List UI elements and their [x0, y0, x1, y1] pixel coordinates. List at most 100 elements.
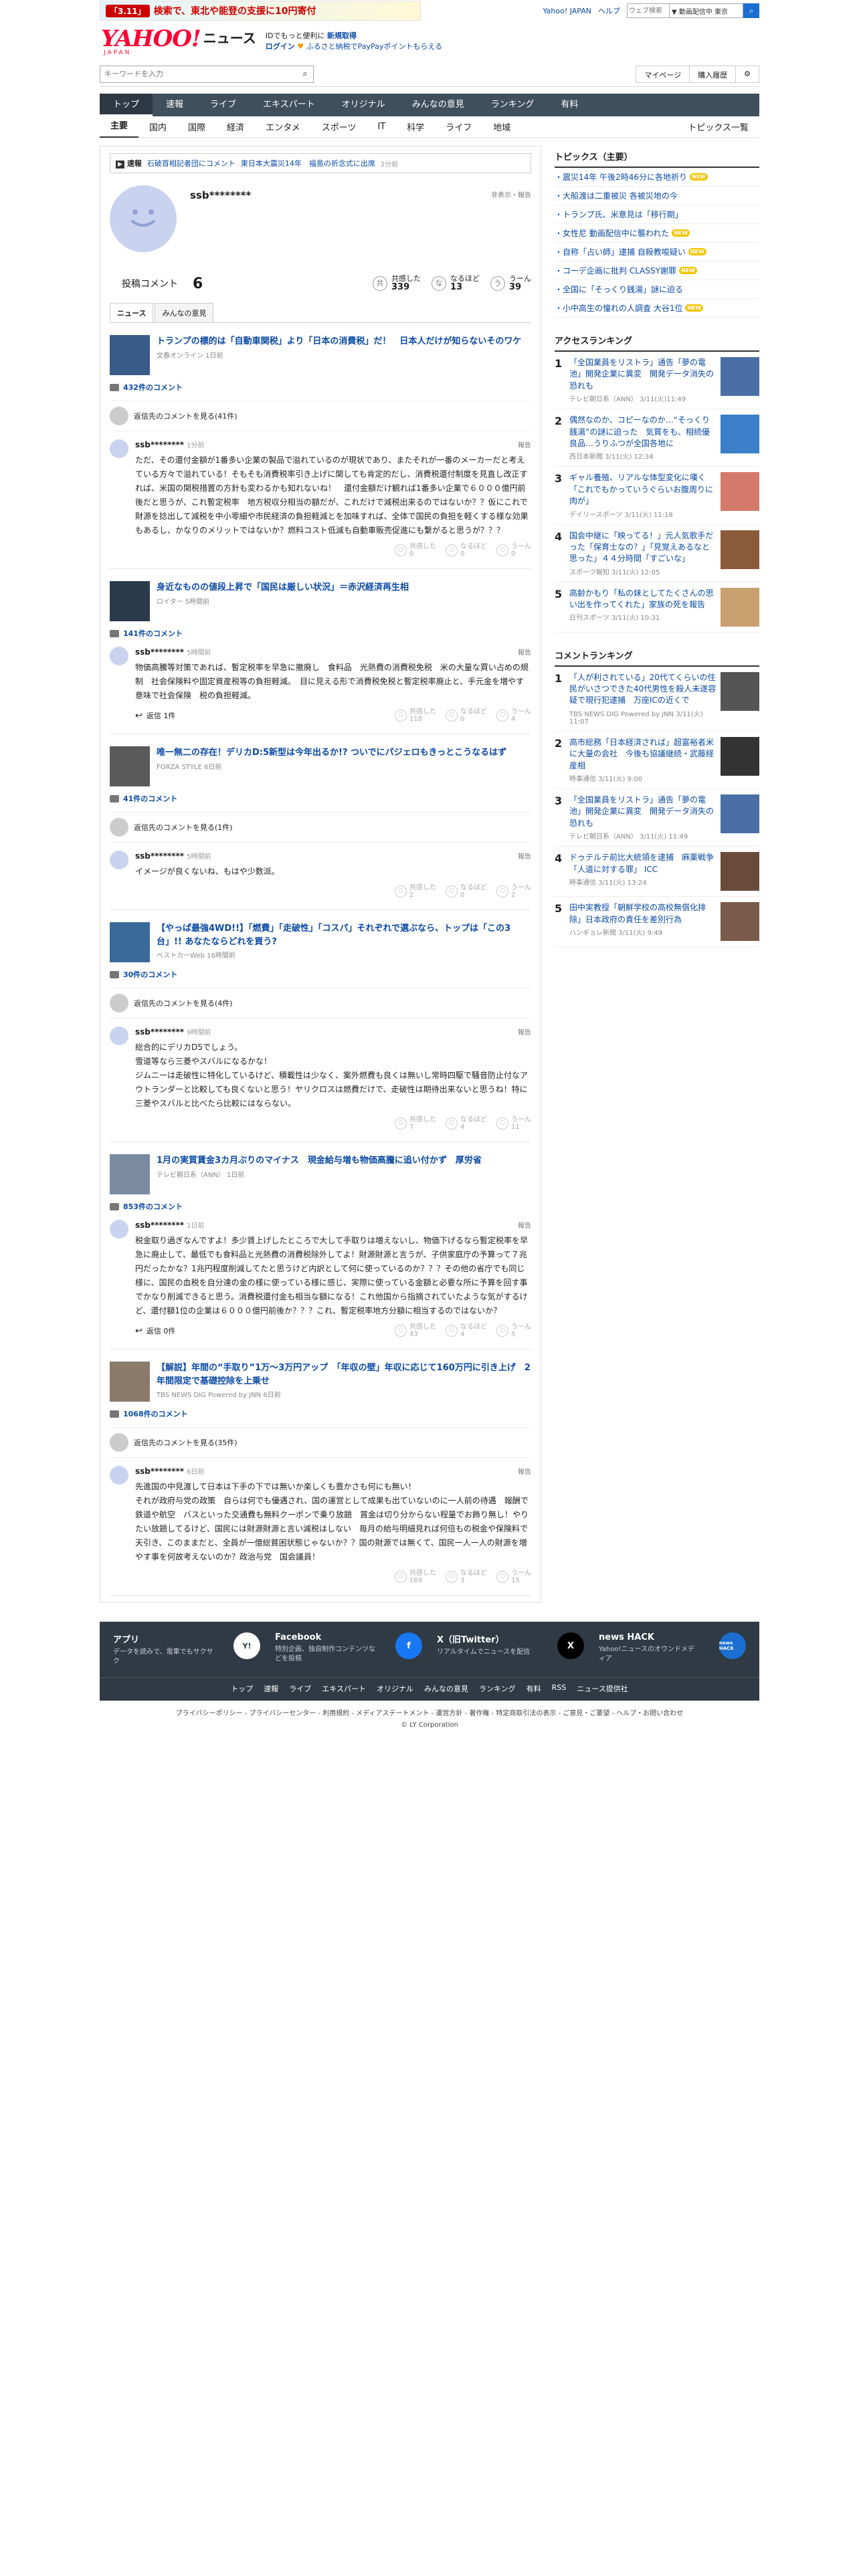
footer-nav-item[interactable]: ライブ [289, 1683, 311, 1694]
rank-title[interactable]: 高市総務「日本経済されば」超富裕者米に大量の会社 今後も協議継続・武藤経産相 [569, 737, 717, 772]
ranking-item[interactable]: 3 ギャル養殖、リアルな体型変化に嘆く「これでもかっていうぐらいお腹周りに肉が」デ… [555, 467, 759, 525]
empathy-reaction-button[interactable]: ○ 共感した 0 [395, 543, 436, 558]
login-link[interactable]: ログイン [266, 42, 295, 51]
rank-thumbnail[interactable] [721, 852, 759, 891]
empathy-reaction-button[interactable]: ○ 共感した 118 [395, 708, 436, 723]
report-link[interactable]: 報告 [518, 1027, 531, 1037]
topic-text[interactable]: コーデ企画に批判 CLASSY謝罪 [563, 265, 676, 276]
insight-reaction-button[interactable]: ○ なるほど 0 [446, 543, 487, 558]
report-link[interactable]: 報告 [518, 647, 531, 657]
nav-opinions[interactable]: みんなの意見 [399, 94, 478, 116]
empathy-reaction-button[interactable]: ○ 共感した 7 [395, 1116, 436, 1131]
subnav-life[interactable]: ライフ [435, 120, 482, 133]
topic-item[interactable]: 全国に「そっくり銭湯」謎に迫る [555, 280, 759, 299]
breaking-news-bar[interactable]: 速報 石破首相記者団にコメント 東日本大震災14年 福島の祈念式に出席 2分前 [110, 153, 531, 173]
ranking-item[interactable]: 5 高齢かもり「私の妹としてたくさんの思い出を作ってくれた」家族の死を報告 日刊スポ… [555, 582, 759, 633]
nav-breaking[interactable]: 速報 [153, 94, 197, 116]
nav-paid[interactable]: 有料 [547, 94, 591, 116]
reply-button[interactable]: 返信 1件 [135, 710, 176, 721]
rank-thumbnail[interactable] [721, 357, 759, 396]
web-search-input[interactable] [627, 3, 670, 18]
footer-nav-item[interactable]: オリジナル [377, 1683, 413, 1694]
article-title[interactable]: 1月の実質賃金3カ月ぶりのマイナス 現金給与増も物価高騰に追い付かず 厚労省 [157, 1154, 482, 1168]
footer-card[interactable]: アプリ データを読みで、電車でもサクサク Y! [113, 1632, 260, 1667]
footer-nav-item[interactable]: エキスパート [322, 1683, 366, 1694]
hmm-reaction-button[interactable]: ○ うーん 4 [496, 708, 531, 723]
topic-text[interactable]: 女性尼 動画配信中に襲われた [563, 227, 669, 239]
rank-title[interactable]: ドゥテルテ前比大統領を逮捕 麻薬戦争「人道に対する罪」 ICC [569, 852, 717, 875]
topic-item[interactable]: 大船渡は二重被災 各被災地の今 [555, 187, 759, 205]
comment-count-link[interactable]: 432件のコメント [110, 382, 531, 393]
ranking-item[interactable]: 3 「全国業員をリストラ」通告「夢の電池」開発企業に異変 開発データ消失の恐れもテ… [555, 789, 759, 847]
comment-count-link[interactable]: 141件のコメント [110, 628, 531, 639]
search-icon[interactable]: ⌕ [297, 69, 313, 79]
rank-title[interactable]: 田中実教授「朝鮮学校の高校無償化排除」日本政府の責任を差別行為 [569, 902, 717, 926]
footer-nav-item[interactable]: 有料 [527, 1683, 541, 1694]
subnav-main[interactable]: 主要 [100, 116, 139, 138]
subnav-economy[interactable]: 経済 [216, 120, 255, 133]
footer-nav-item[interactable]: 速報 [264, 1683, 278, 1694]
tab-opinions[interactable]: みんなの意見 [155, 303, 214, 323]
charity-banner[interactable]: 「3.11」 検索で、東北や能登の支援に10円寄付 [100, 1, 421, 21]
rank-thumbnail[interactable] [721, 902, 759, 942]
gear-icon[interactable]: ⚙ [736, 66, 759, 82]
report-link[interactable]: 報告 [518, 1466, 531, 1476]
article-thumbnail[interactable] [110, 1362, 150, 1402]
article-title[interactable]: 唯一無二の存在！デリカD:5新型は今年出るか!? ついでにパジェロもきっとこうな… [157, 746, 506, 760]
nav-original[interactable]: オリジナル [328, 94, 399, 116]
subnav-domestic[interactable]: 国内 [138, 120, 177, 133]
comment-count-link[interactable]: 30件のコメント [110, 969, 531, 980]
search-scope-select[interactable]: ▼ 動画配信中 東京 [670, 3, 743, 18]
article-thumbnail[interactable] [110, 581, 150, 622]
insight-reaction-button[interactable]: ○ なるほど 0 [446, 884, 487, 899]
topic-text[interactable]: 全国に「そっくり銭湯」謎に迫る [563, 284, 683, 295]
comment-count-link[interactable]: 41件のコメント [110, 793, 531, 804]
insight-reaction-button[interactable]: ○ なるほど 3 [446, 1570, 487, 1584]
topic-item[interactable]: 小中高生の憧れの人調査 大谷1位NEW [555, 299, 759, 318]
reply-button[interactable]: 返信 0件 [135, 1325, 176, 1336]
ranking-item[interactable]: 4 国会中継に「映ってる！」元人気歌手だった「保育士なの？」「見覚えあるなと思った… [555, 525, 759, 582]
nav-ranking[interactable]: ランキング [478, 94, 548, 116]
yahoo-japan-link[interactable]: Yahoo! JAPAN [543, 7, 591, 15]
footer-card[interactable]: news HACK Yahoo!ニュースのオウンドメディア news HACK [599, 1632, 746, 1667]
comment-count-link[interactable]: 1068件のコメント [110, 1408, 531, 1419]
subnav-sports[interactable]: スポーツ [311, 120, 367, 133]
rank-thumbnail[interactable] [721, 472, 759, 512]
help-link[interactable]: ヘルプ [598, 5, 620, 16]
footer-card[interactable]: Facebook 特別企画、独自制作コンテンツなどを投稿 f [275, 1632, 422, 1667]
article-thumbnail[interactable] [110, 922, 150, 963]
ranking-item[interactable]: 5 田中実教授「朝鮮学校の高校無償化排除」日本政府の責任を差別行為 ハンギョレ新聞 … [555, 897, 759, 948]
topic-text[interactable]: 小中高生の憧れの人調査 大谷1位 [563, 302, 682, 314]
hmm-reaction-button[interactable]: ○ うーん 0 [496, 543, 531, 558]
topic-item[interactable]: 女性尼 動画配信中に襲われたNEW [555, 224, 759, 243]
news-search-input[interactable] [100, 66, 297, 82]
article-title[interactable]: トランプの標的は「自動車関税」より「日本の消費税」だ！ 日本人だけが知らないその… [157, 335, 521, 348]
rank-title[interactable]: 「人が利されている」20代てくらいの住民がいさつできた40代男性を殺人未遂容疑で… [569, 672, 717, 707]
topic-text[interactable]: 自称「占い師」逮捕 自殺教唆疑い [563, 246, 686, 257]
nav-expert[interactable]: エキスパート [250, 94, 328, 116]
topic-text[interactable]: 大船渡は二重被災 各被災地の今 [563, 190, 678, 201]
report-link[interactable]: 報告 [518, 851, 531, 861]
topics-list-link[interactable]: トピックス一覧 [677, 120, 759, 133]
previous-comments-link[interactable]: 返信先のコメントを見る(35件) [110, 1427, 531, 1459]
rank-title[interactable]: 「全国業員をリストラ」通告「夢の電池」開発企業に異変 開発データ消失の恐れも [569, 794, 717, 829]
topic-text[interactable]: 震災14年 午後2時46分に各地祈り [563, 171, 687, 183]
promo-line2[interactable]: ふるさと納税でPayPayポイントもらえる [306, 42, 442, 51]
footer-nav-item[interactable]: RSS [552, 1683, 567, 1694]
report-link[interactable]: 報告 [518, 439, 531, 449]
mypage-button[interactable]: マイページ [636, 66, 690, 82]
rank-title[interactable]: 国会中継に「映ってる！」元人気歌手だった「保育士なの？」「見覚えあるなと思った」… [569, 530, 717, 565]
article-title[interactable]: 身近なものの値段上昇で「国民は厳しい状況」＝赤沢経済再生相 [157, 581, 409, 595]
nav-top[interactable]: トップ [100, 94, 153, 116]
tab-news[interactable]: ニュース [110, 303, 154, 323]
comment-count-link[interactable]: 853件のコメント [110, 1201, 531, 1212]
footer-nav-item[interactable]: ランキング [479, 1683, 516, 1694]
article-thumbnail[interactable] [110, 335, 150, 376]
subnav-world[interactable]: 国際 [177, 120, 216, 133]
rank-thumbnail[interactable] [721, 736, 759, 776]
nav-live[interactable]: ライブ [197, 94, 250, 116]
empathy-reaction-button[interactable]: ○ 共感した 169 [395, 1570, 436, 1584]
subnav-local[interactable]: 地域 [482, 120, 521, 133]
hmm-reaction-button[interactable]: ○ うーん 2 [496, 884, 531, 899]
ranking-item[interactable]: 1 「全国業員をリストラ」通告「夢の電池」開発企業に異変 開発データ消失の恐れもテ… [555, 352, 759, 410]
